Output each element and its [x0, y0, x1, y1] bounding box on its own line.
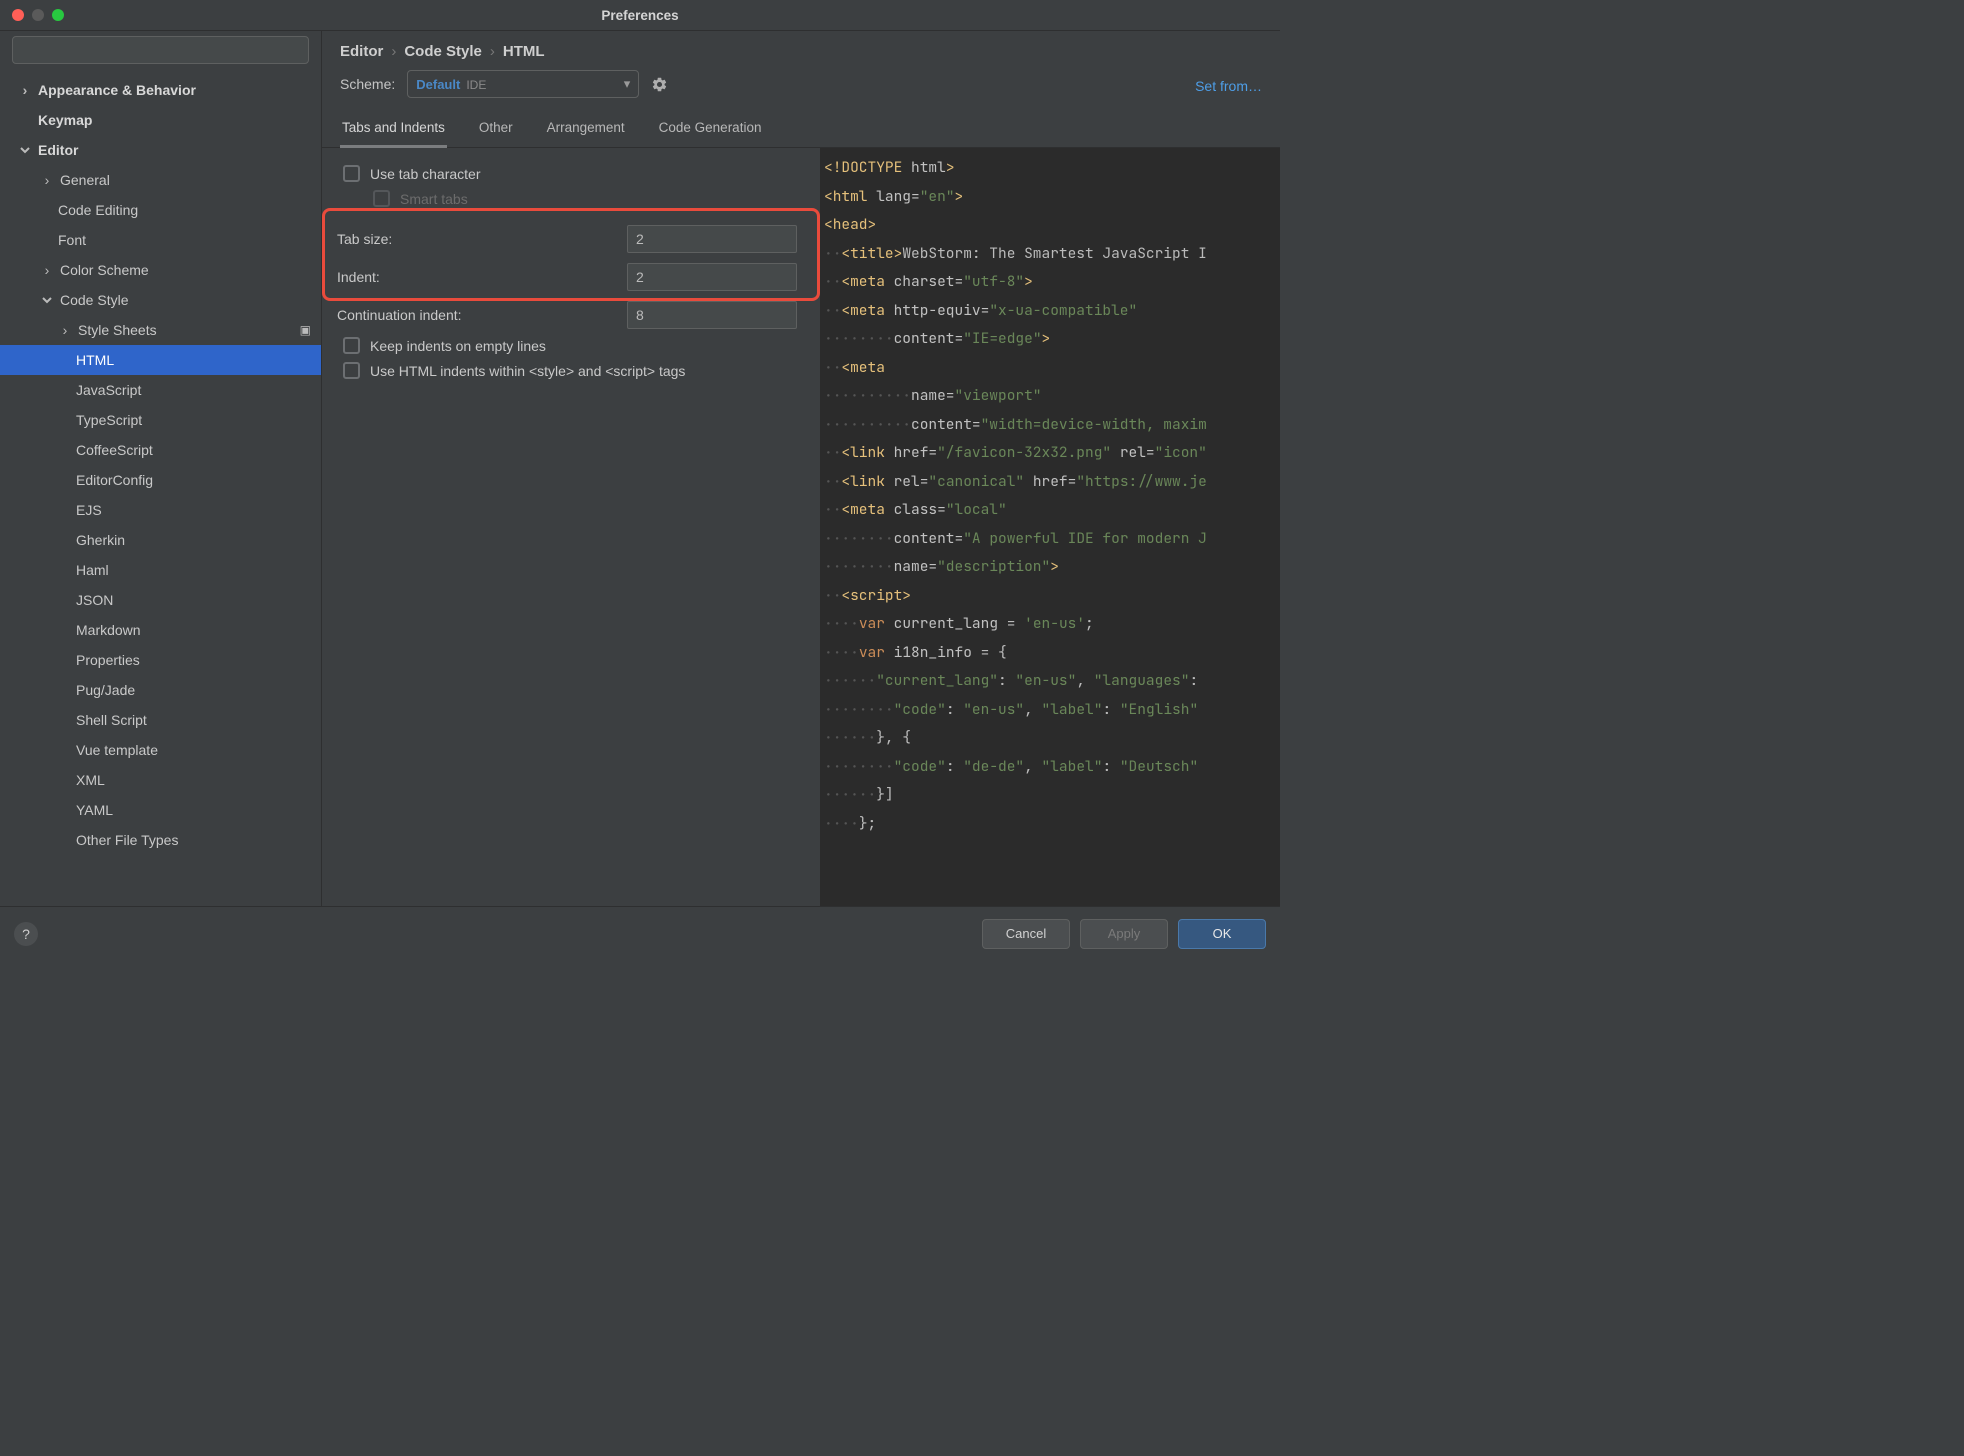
apply-button: Apply: [1080, 919, 1168, 949]
sidebar-item-json[interactable]: JSON: [0, 585, 321, 615]
chevron-right-icon: ›: [391, 43, 396, 60]
sidebar-item-html[interactable]: HTML: [0, 345, 321, 375]
cancel-button[interactable]: Cancel: [982, 919, 1070, 949]
sidebar-item-shell-script[interactable]: Shell Script: [0, 705, 321, 735]
sidebar-item-color-scheme[interactable]: ›Color Scheme: [0, 255, 321, 285]
scheme-label: Scheme:: [340, 76, 395, 92]
sidebar-item-ejs[interactable]: EJS: [0, 495, 321, 525]
search-input[interactable]: [12, 36, 309, 64]
sidebar-item-typescript[interactable]: TypeScript: [0, 405, 321, 435]
scheme-select[interactable]: Default IDE ▾: [407, 70, 639, 98]
breadcrumb: Editor › Code Style › HTML: [322, 31, 1280, 66]
sidebar-item-javascript[interactable]: JavaScript: [0, 375, 321, 405]
sidebar-item-other-file-types[interactable]: Other File Types: [0, 825, 321, 855]
sidebar-item-editor[interactable]: Editor: [0, 135, 321, 165]
chevron-right-icon: ›: [40, 172, 54, 188]
close-window-icon[interactable]: [12, 9, 24, 21]
titlebar: Preferences: [0, 0, 1280, 30]
sidebar-item-haml[interactable]: Haml: [0, 555, 321, 585]
checkbox-keep-indents[interactable]: Keep indents on empty lines: [343, 337, 810, 354]
overridden-indicator-icon: ▣: [300, 323, 311, 337]
window-title: Preferences: [601, 8, 678, 23]
sidebar-item-code-editing[interactable]: Code Editing: [0, 195, 321, 225]
traffic-lights: [0, 9, 64, 21]
sidebar-item-appearance[interactable]: ›Appearance & Behavior: [0, 75, 321, 105]
tab-tabs-indents[interactable]: Tabs and Indents: [340, 110, 447, 148]
checkbox-use-tab[interactable]: Use tab character: [343, 165, 810, 182]
sidebar-item-gherkin[interactable]: Gherkin: [0, 525, 321, 555]
checkbox-smart-tabs: Smart tabs: [373, 190, 810, 207]
chevron-down-icon: [18, 145, 32, 155]
checkbox-html-indents[interactable]: Use HTML indents within <style> and <scr…: [343, 362, 810, 379]
sidebar-item-font[interactable]: Font: [0, 225, 321, 255]
sidebar-item-xml[interactable]: XML: [0, 765, 321, 795]
checkbox-icon: [343, 337, 360, 354]
checkbox-icon: [343, 362, 360, 379]
crumb: HTML: [503, 43, 545, 60]
checkbox-icon: [343, 165, 360, 182]
tab-other[interactable]: Other: [477, 110, 515, 147]
chevron-down-icon: [40, 295, 54, 305]
set-from-link[interactable]: Set from…: [1177, 72, 1280, 100]
input-continuation-indent[interactable]: [627, 301, 797, 329]
checkbox-icon: [373, 190, 390, 207]
settings-tree: ›Appearance & Behavior Keymap Editor ›Ge…: [0, 69, 321, 906]
form-column: Use tab character Smart tabs Tab size: I…: [322, 148, 820, 906]
dropdown-arrow-icon: ▾: [624, 76, 631, 92]
chevron-right-icon: ›: [58, 322, 72, 338]
chevron-right-icon: ›: [40, 262, 54, 278]
sidebar: ›Appearance & Behavior Keymap Editor ›Ge…: [0, 31, 322, 906]
sidebar-item-vue-template[interactable]: Vue template: [0, 735, 321, 765]
crumb[interactable]: Editor: [340, 43, 383, 60]
scheme-badge: IDE: [466, 78, 486, 92]
tab-arrangement[interactable]: Arrangement: [545, 110, 627, 147]
tab-code-generation[interactable]: Code Generation: [657, 110, 764, 147]
sidebar-item-pugjade[interactable]: Pug/Jade: [0, 675, 321, 705]
sidebar-item-properties[interactable]: Properties: [0, 645, 321, 675]
sidebar-item-yaml[interactable]: YAML: [0, 795, 321, 825]
scheme-name: Default: [416, 77, 460, 92]
sidebar-item-coffeescript[interactable]: CoffeeScript: [0, 435, 321, 465]
sidebar-item-keymap[interactable]: Keymap: [0, 105, 321, 135]
gear-icon[interactable]: [651, 76, 668, 93]
help-button[interactable]: ?: [14, 922, 38, 946]
tabs-bar: Tabs and Indents Other Arrangement Code …: [322, 110, 1280, 148]
row-continuation-indent: Continuation indent:: [337, 301, 810, 329]
sidebar-item-editorconfig[interactable]: EditorConfig: [0, 465, 321, 495]
scheme-row: Scheme: Default IDE ▾: [322, 66, 686, 106]
sidebar-item-code-style[interactable]: Code Style: [0, 285, 321, 315]
chevron-right-icon: ›: [490, 43, 495, 60]
zoom-window-icon[interactable]: [52, 9, 64, 21]
annotation-highlight-box: [322, 208, 820, 301]
code-preview[interactable]: <!DOCTYPE html> <html lang="en"> <head> …: [820, 148, 1280, 906]
sidebar-item-markdown[interactable]: Markdown: [0, 615, 321, 645]
sidebar-item-style-sheets[interactable]: ›Style Sheets▣: [0, 315, 321, 345]
crumb[interactable]: Code Style: [404, 43, 482, 60]
ok-button[interactable]: OK: [1178, 919, 1266, 949]
main-panel: Editor › Code Style › HTML Scheme: Default…: [322, 31, 1280, 906]
chevron-right-icon: ›: [18, 82, 32, 98]
footer: ? Cancel Apply OK: [0, 906, 1280, 960]
sidebar-item-general[interactable]: ›General: [0, 165, 321, 195]
minimize-window-icon: [32, 9, 44, 21]
